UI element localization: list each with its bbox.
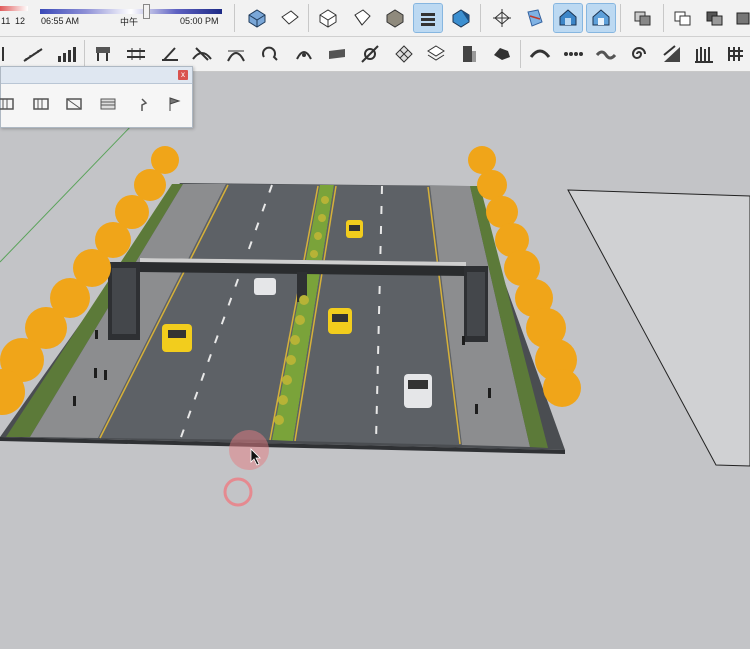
tray-titlebar[interactable]: x [1, 67, 192, 84]
outer-shell-icon[interactable] [730, 4, 750, 32]
date-left-label: 11 [1, 16, 11, 26]
separator [308, 4, 309, 32]
time-noon-label: 中午 [120, 17, 139, 27]
ground-plane-outline [567, 189, 750, 467]
dots-icon[interactable] [559, 40, 587, 68]
3d-viewport[interactable] [0, 72, 750, 649]
road-tool-icon[interactable] [90, 40, 118, 68]
lamp-icon[interactable] [131, 93, 153, 115]
front-view-icon[interactable] [314, 4, 342, 32]
separator [480, 4, 481, 32]
taxi-far [346, 220, 363, 238]
spiral-icon[interactable] [625, 40, 653, 68]
shaded-textures-icon[interactable] [586, 3, 616, 33]
top-toolbar: 11 12 06:55 AM 中午 05:00 PM [0, 0, 750, 37]
stairs-icon[interactable] [19, 40, 47, 68]
arch-icon[interactable] [222, 40, 250, 68]
separator [663, 4, 664, 32]
hidden-line-icon[interactable] [521, 4, 549, 32]
slab-icon[interactable] [323, 40, 351, 68]
top-view-icon[interactable] [276, 4, 304, 32]
right-view-icon[interactable] [348, 4, 376, 32]
loop-icon[interactable] [256, 40, 284, 68]
xray-icon[interactable] [447, 4, 475, 32]
stack-icon[interactable] [422, 40, 450, 68]
white-car-near [404, 374, 432, 408]
grid-icon[interactable] [390, 40, 418, 68]
rail-left-icon[interactable] [0, 93, 17, 115]
flag-icon[interactable] [163, 93, 185, 115]
back-view-icon[interactable] [381, 4, 409, 32]
branch-icon[interactable] [156, 40, 184, 68]
section-plane-icon[interactable] [668, 4, 696, 32]
grid-small-icon[interactable] [722, 40, 750, 68]
shadow-time-slider[interactable] [40, 9, 222, 14]
split-icon[interactable] [122, 40, 150, 68]
separator [234, 4, 235, 32]
wave-icon[interactable] [592, 40, 620, 68]
separator [620, 4, 621, 32]
curve-icon[interactable] [188, 40, 216, 68]
separator [84, 40, 85, 68]
cursor-ring [223, 477, 253, 507]
fence-panel-icon[interactable] [63, 93, 85, 115]
monochrome-icon[interactable] [628, 4, 656, 32]
close-icon[interactable]: x [178, 70, 188, 80]
time-slider-thumb[interactable] [143, 4, 150, 19]
component-tray[interactable]: x [0, 66, 193, 128]
wireframe-icon[interactable] [488, 4, 516, 32]
iso-view-icon[interactable] [243, 4, 271, 32]
paint-icon[interactable] [356, 40, 384, 68]
time-end-label: 05:00 PM [180, 16, 219, 26]
fence-icon[interactable] [690, 40, 718, 68]
left-view-icon[interactable] [413, 3, 443, 33]
door-icon[interactable] [455, 40, 483, 68]
separator [520, 40, 521, 68]
date-right-label: 12 [15, 16, 26, 26]
rotate-icon[interactable] [290, 40, 318, 68]
taxi-mid [328, 308, 352, 334]
shaded-icon[interactable] [553, 3, 583, 33]
slope-icon[interactable] [658, 40, 686, 68]
railing-icon[interactable] [30, 93, 52, 115]
shadow-date-slider[interactable] [0, 6, 28, 11]
bar-chart-icon[interactable] [52, 40, 80, 68]
display-section-icon[interactable] [700, 4, 728, 32]
time-start-label: 06:55 AM [41, 16, 80, 26]
taxi-left [162, 324, 192, 352]
bridge-icon[interactable] [526, 40, 554, 68]
rock-icon[interactable] [488, 40, 516, 68]
wall-panel-icon[interactable] [97, 93, 119, 115]
white-car-bridge [254, 278, 276, 295]
click-highlight [229, 430, 269, 470]
